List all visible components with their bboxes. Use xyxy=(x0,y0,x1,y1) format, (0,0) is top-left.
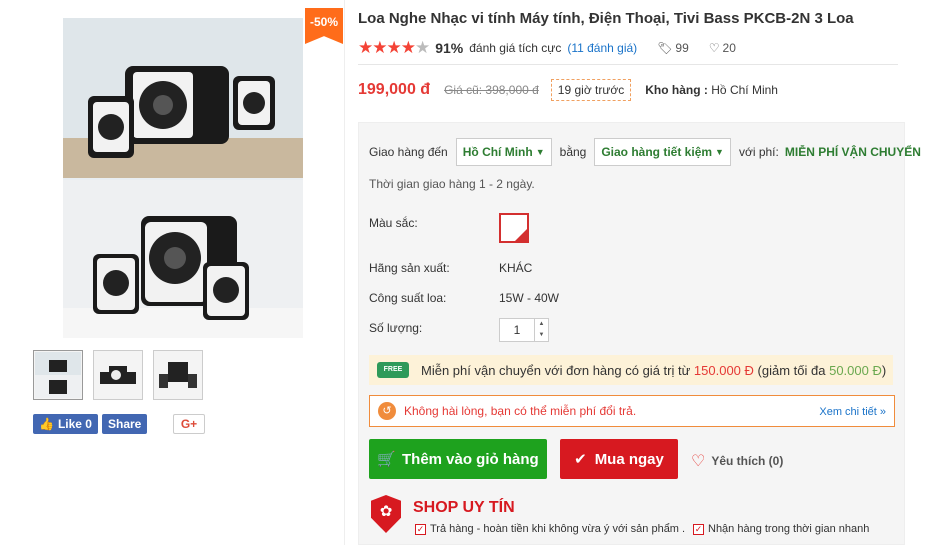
trust-item: ✓ Trả hàng - hoàn tiền khi không vừa ý v… xyxy=(415,523,686,535)
heart-icon: ♡ xyxy=(691,453,706,470)
see-details-link[interactable]: Xem chi tiết » xyxy=(819,406,886,418)
shipping-time: Thời gian giao hàng 1 - 2 ngày. xyxy=(369,177,535,191)
quantity-stepper[interactable]: 1 ▲ ▼ xyxy=(499,318,549,342)
facebook-share-button[interactable]: Share xyxy=(101,414,148,434)
caret-down-icon: ▼ xyxy=(715,147,724,157)
checkbox-icon: ✓ xyxy=(415,523,426,535)
fee-label: với phí: xyxy=(738,145,779,159)
thumbnail-speaker-icon xyxy=(35,352,81,398)
trust-item: ✓ Nhận hàng trong thời gian nhanh xyxy=(693,523,870,535)
rating-row: ★★★★★ 91% đánh giá tích cực (11 đánh giá… xyxy=(358,38,736,58)
return-text: Không hài lòng, bạn có thể miễn phí đổi … xyxy=(404,404,637,418)
price-row: 199,000 đ Giá cũ: 398,000 đ 19 giờ trước… xyxy=(358,79,778,101)
like-count[interactable]: ♡ 20 xyxy=(709,41,736,55)
shipping-row: Giao hàng đến Hồ Chí Minh ▼ bằng Giao hàn… xyxy=(369,138,921,166)
social-buttons: 👍 Like 0 Share xyxy=(33,414,148,434)
decrement-arrow-icon[interactable]: ▼ xyxy=(535,330,548,341)
increment-arrow-icon[interactable]: ▲ xyxy=(535,319,548,330)
product-title: Loa Nghe Nhạc vi tính Máy tính, Điện Tho… xyxy=(358,10,854,27)
power-value: 15W - 40W xyxy=(499,291,560,305)
half-star-icon: ★ xyxy=(414,38,430,57)
rating-count-link[interactable]: (11 đánh giá) xyxy=(567,41,637,55)
ship-by-label: bằng xyxy=(559,145,587,159)
thumbnail-3[interactable] xyxy=(153,350,203,400)
posted-time: 19 giờ trước xyxy=(550,79,632,101)
free-shipping-promo: FREE Miễn phí vận chuyển với đơn hàng có… xyxy=(369,355,893,385)
product-gallery: -50% 👍 Like 0 Share G+ xyxy=(5,0,345,545)
old-price: Giá cũ: 398,000 đ xyxy=(444,83,539,97)
cart-icon: 🛒 xyxy=(377,451,396,468)
rating-text: đánh giá tích cực xyxy=(469,41,562,55)
quantity-label: Số lượng: xyxy=(369,321,423,335)
thumbnail-list xyxy=(33,350,203,400)
stock-location: Kho hàng : Hồ Chí Minh xyxy=(645,83,778,97)
return-policy: ↺ Không hài lòng, bạn có thể miễn phí đổ… xyxy=(369,395,895,427)
speaker-photo xyxy=(63,18,303,338)
color-label: Màu sắc: xyxy=(369,216,418,230)
shield-lotus-icon: ✿ xyxy=(371,495,401,533)
return-arrow-icon: ↺ xyxy=(378,402,396,420)
thumbnail-speaker-icon xyxy=(100,366,136,384)
purchase-panel: Giao hàng đến Hồ Chí Minh ▼ bằng Giao hàn… xyxy=(358,122,921,545)
brand-value: KHÁC xyxy=(499,261,533,275)
buy-now-button[interactable]: ✔ Mua ngay xyxy=(560,439,678,479)
facebook-like-button[interactable]: 👍 Like 0 xyxy=(33,414,98,434)
quantity-input[interactable]: 1 xyxy=(500,319,534,341)
google-plus-button[interactable]: G+ xyxy=(173,414,205,434)
color-swatch[interactable] xyxy=(499,213,529,243)
discount-badge: -50% xyxy=(305,8,343,44)
power-label: Công suất loa: xyxy=(369,291,447,305)
ship-location-select[interactable]: Hồ Chí Minh ▼ xyxy=(455,138,552,166)
caret-down-icon: ▼ xyxy=(535,147,545,157)
tag-icon: 🏷 xyxy=(657,41,673,55)
ship-to-label: Giao hàng đến xyxy=(369,145,448,159)
divider xyxy=(358,64,898,65)
check-icon: ✔ xyxy=(574,451,587,468)
checkbox-icon: ✓ xyxy=(693,523,704,535)
heart-outline-icon: ♡ xyxy=(708,41,720,55)
main-product-image[interactable] xyxy=(63,18,303,338)
favorite-button[interactable]: ♡ Yêu thích (0) xyxy=(691,451,783,471)
tag-count[interactable]: 🏷 99 xyxy=(657,41,689,55)
fee-value: MIỄN PHÍ VẬN CHUYỂN xyxy=(784,145,921,159)
thumbs-up-icon: 👍 xyxy=(39,417,54,431)
rating-percent: 91% xyxy=(435,40,464,56)
brand-label: Hãng sản xuất: xyxy=(369,261,450,275)
current-price: 199,000 đ xyxy=(358,81,431,98)
rating-stars: ★★★★★ xyxy=(358,38,430,57)
trust-title: SHOP UY TÍN xyxy=(413,499,515,516)
thumbnail-speaker-icon xyxy=(159,362,197,388)
promo-min-value: 150.000 Đ xyxy=(693,362,754,378)
promo-max-value: 50.000 Đ xyxy=(829,362,882,378)
add-to-cart-button[interactable]: 🛒 Thêm vào giỏ hàng xyxy=(369,439,547,479)
ship-method-select[interactable]: Giao hàng tiết kiệm ▼ xyxy=(594,138,731,166)
truck-icon: FREE xyxy=(377,362,409,378)
thumbnail-1[interactable] xyxy=(33,350,83,400)
thumbnail-2[interactable] xyxy=(93,350,143,400)
